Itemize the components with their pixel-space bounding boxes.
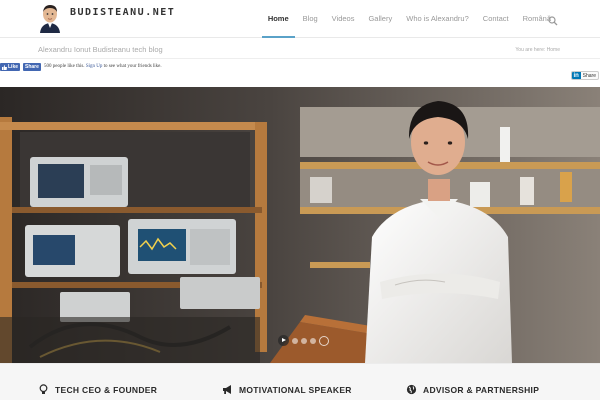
site-logo[interactable]: BUDISTEANU.NET xyxy=(38,3,176,33)
feature-label: MOTIVATIONAL SPEAKER xyxy=(239,384,352,395)
feature-label: ADVISOR & PARTNERSHIP xyxy=(423,384,540,395)
main-nav: Home Blog Videos Gallery Who is Alexandr… xyxy=(261,0,558,38)
logo-avatar xyxy=(38,3,62,33)
site-tagline: Alexandru Ionut Budisteanu tech blog xyxy=(38,45,163,54)
slider-dot[interactable] xyxy=(310,337,316,344)
search-icon[interactable] xyxy=(548,13,560,26)
thumbs-up-icon xyxy=(2,64,7,70)
linkedin-share-button[interactable]: in Share xyxy=(570,71,599,80)
slider-dot[interactable] xyxy=(292,337,298,344)
nav-home[interactable]: Home xyxy=(261,0,296,38)
linkedin-icon: in xyxy=(571,72,581,79)
facebook-like-label: Like xyxy=(8,64,19,70)
linkedin-share-label: Share xyxy=(582,73,596,79)
site-header: BUDISTEANU.NET Home Blog Videos Gallery … xyxy=(0,0,600,38)
slider-dot[interactable] xyxy=(301,337,307,344)
globe-icon xyxy=(406,384,417,395)
slider-controls xyxy=(278,335,329,346)
slider-dot-active[interactable] xyxy=(319,335,329,346)
facebook-signup-link[interactable]: Sign Up xyxy=(86,64,103,69)
nav-videos[interactable]: Videos xyxy=(325,0,362,38)
hero-photo xyxy=(0,87,600,363)
feature-tech-ceo: TECH CEO & FOUNDER xyxy=(38,384,157,395)
hero-slider[interactable] xyxy=(0,87,600,363)
logo-text: BUDISTEANU.NET xyxy=(70,6,176,18)
megaphone-icon xyxy=(222,384,233,395)
breadcrumb: You are here: Home xyxy=(515,47,560,53)
facebook-share-button[interactable]: Share xyxy=(23,63,41,71)
lightbulb-icon xyxy=(38,384,49,395)
nav-contact[interactable]: Contact xyxy=(476,0,516,38)
facebook-like-count: 500 people like this. Sign Up to see wha… xyxy=(44,64,162,69)
nav-gallery[interactable]: Gallery xyxy=(361,0,399,38)
divider xyxy=(0,58,600,59)
feature-advisor-partnership: ADVISOR & PARTNERSHIP xyxy=(406,384,539,395)
nav-blog[interactable]: Blog xyxy=(296,0,325,38)
nav-who-is-alexandru[interactable]: Who is Alexandru? xyxy=(399,0,476,38)
slider-play-button[interactable] xyxy=(278,335,289,346)
feature-motivational-speaker: MOTIVATIONAL SPEAKER xyxy=(222,384,352,395)
feature-strip: TECH CEO & FOUNDER MOTIVATIONAL SPEAKER … xyxy=(0,363,600,400)
facebook-count-text: 500 people like this. xyxy=(44,64,85,69)
feature-label: TECH CEO & FOUNDER xyxy=(55,384,158,395)
facebook-suffix-text: to see what your friends like. xyxy=(103,64,162,69)
facebook-like-button[interactable]: Like xyxy=(0,63,21,71)
